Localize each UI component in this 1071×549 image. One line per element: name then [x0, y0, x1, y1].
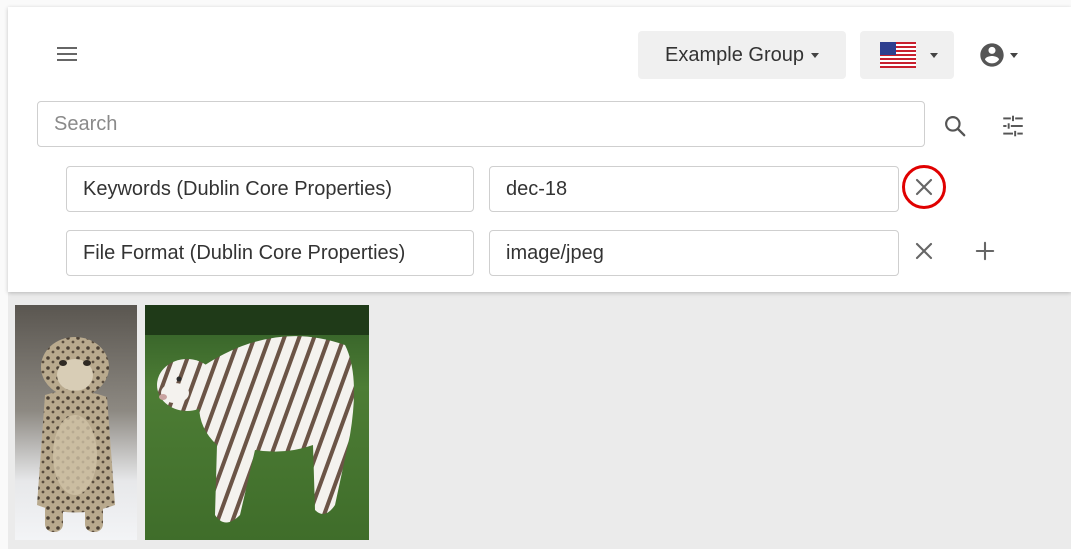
- chevron-down-icon: [930, 52, 938, 58]
- chevron-down-icon: [810, 52, 819, 58]
- account-circle-icon: [980, 43, 1004, 67]
- chevron-down-icon: [1010, 52, 1018, 58]
- close-icon[interactable]: [910, 237, 938, 265]
- account-menu-button[interactable]: [978, 41, 1018, 69]
- result-thumbnail-white-tiger[interactable]: [145, 305, 369, 540]
- group-dropdown-label: Example Group: [665, 43, 804, 66]
- hamburger-menu-icon[interactable]: [54, 44, 80, 64]
- search-icon[interactable]: [942, 113, 968, 139]
- filter-value-input[interactable]: [489, 166, 899, 212]
- filter-field-label: Keywords (Dublin Core Properties): [83, 177, 393, 200]
- tune-icon[interactable]: [1000, 113, 1026, 139]
- filter-value-input[interactable]: [489, 230, 899, 276]
- us-flag-icon: [880, 42, 916, 68]
- result-thumbnail-snow-leopard[interactable]: [15, 305, 137, 540]
- search-input[interactable]: [37, 101, 925, 147]
- top-margin: [0, 0, 1071, 7]
- highlight-circle: [902, 165, 946, 209]
- header-panel: Example Group Keywords: [8, 7, 1071, 292]
- filter-field-label: File Format (Dublin Core Properties): [83, 241, 406, 264]
- group-dropdown-button[interactable]: Example Group: [638, 31, 846, 79]
- page-margin: [0, 0, 8, 549]
- filter-field-select[interactable]: File Format (Dublin Core Properties): [66, 230, 474, 276]
- plus-icon[interactable]: [971, 237, 999, 265]
- language-dropdown-button[interactable]: [860, 31, 954, 79]
- filter-field-select[interactable]: Keywords (Dublin Core Properties): [66, 166, 474, 212]
